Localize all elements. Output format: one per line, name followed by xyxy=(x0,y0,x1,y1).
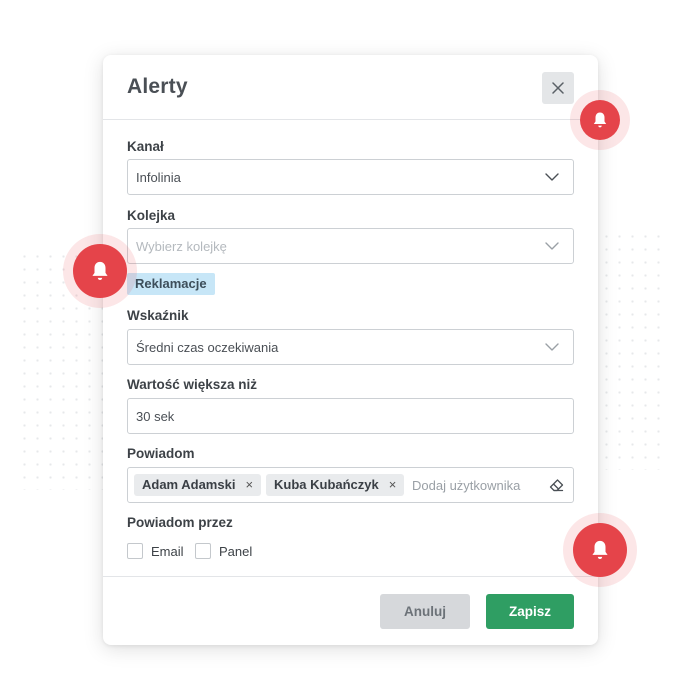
cancel-button[interactable]: Anuluj xyxy=(380,594,470,629)
remove-user-icon[interactable]: × xyxy=(245,477,253,492)
user-chip-name: Kuba Kubańczyk xyxy=(274,477,379,492)
powiadom-label: Powiadom xyxy=(127,446,195,461)
eraser-icon[interactable] xyxy=(549,478,564,492)
dot-pattern-right xyxy=(600,230,670,470)
wartosc-label: Wartość większa niż xyxy=(127,377,258,392)
save-button[interactable]: Zapisz xyxy=(486,594,574,629)
wartosc-input[interactable]: 30 sek xyxy=(127,398,574,434)
wskaznik-select[interactable]: Średni czas oczekiwania xyxy=(127,329,574,365)
kolejka-select[interactable]: Wybierz kolejkę xyxy=(127,228,574,264)
chevron-down-icon xyxy=(545,343,559,351)
remove-user-icon[interactable]: × xyxy=(389,477,397,492)
kolejka-label: Kolejka xyxy=(127,208,176,223)
bell-icon xyxy=(92,261,108,281)
modal-title: Alerty xyxy=(127,75,188,98)
chevron-down-icon xyxy=(545,242,559,250)
footer-divider xyxy=(103,576,598,577)
bell-badge-bottom-right xyxy=(563,513,637,587)
user-chip: Kuba Kubańczyk × xyxy=(266,474,405,496)
modal-header: Alerty xyxy=(103,55,598,120)
bell-icon xyxy=(592,540,608,560)
bell-badge-top-right xyxy=(570,90,630,150)
powiadom-przez-label: Powiadom przez xyxy=(127,515,233,530)
kanal-label: Kanał xyxy=(127,139,164,154)
close-icon xyxy=(552,82,564,94)
kolejka-placeholder: Wybierz kolejkę xyxy=(136,239,227,254)
email-checkbox[interactable] xyxy=(127,543,143,559)
email-checkbox-label: Email xyxy=(151,544,184,559)
alerts-modal: Alerty Kanał Infolinia Kolejka Wybierz k… xyxy=(103,55,598,645)
panel-checkbox-label: Panel xyxy=(219,544,253,559)
bell-badge-left xyxy=(63,234,137,308)
kanal-select[interactable]: Infolinia xyxy=(127,159,574,195)
powiadom-users-input[interactable]: Adam Adamski × Kuba Kubańczyk × Dodaj użyt… xyxy=(127,467,574,503)
close-button[interactable] xyxy=(542,72,574,104)
user-chip: Adam Adamski × xyxy=(134,474,262,496)
bell-icon xyxy=(593,112,607,128)
chevron-down-icon xyxy=(545,173,559,181)
wskaznik-label: Wskaźnik xyxy=(127,308,189,323)
add-user-placeholder[interactable]: Dodaj użytkownika xyxy=(412,478,520,493)
selected-queue-tag[interactable]: Reklamacje xyxy=(127,273,215,295)
user-chip-name: Adam Adamski xyxy=(142,477,236,492)
kanal-value: Infolinia xyxy=(136,170,181,185)
wskaznik-value: Średni czas oczekiwania xyxy=(136,340,279,355)
panel-checkbox[interactable] xyxy=(195,543,211,559)
wartosc-value: 30 sek xyxy=(136,409,175,424)
